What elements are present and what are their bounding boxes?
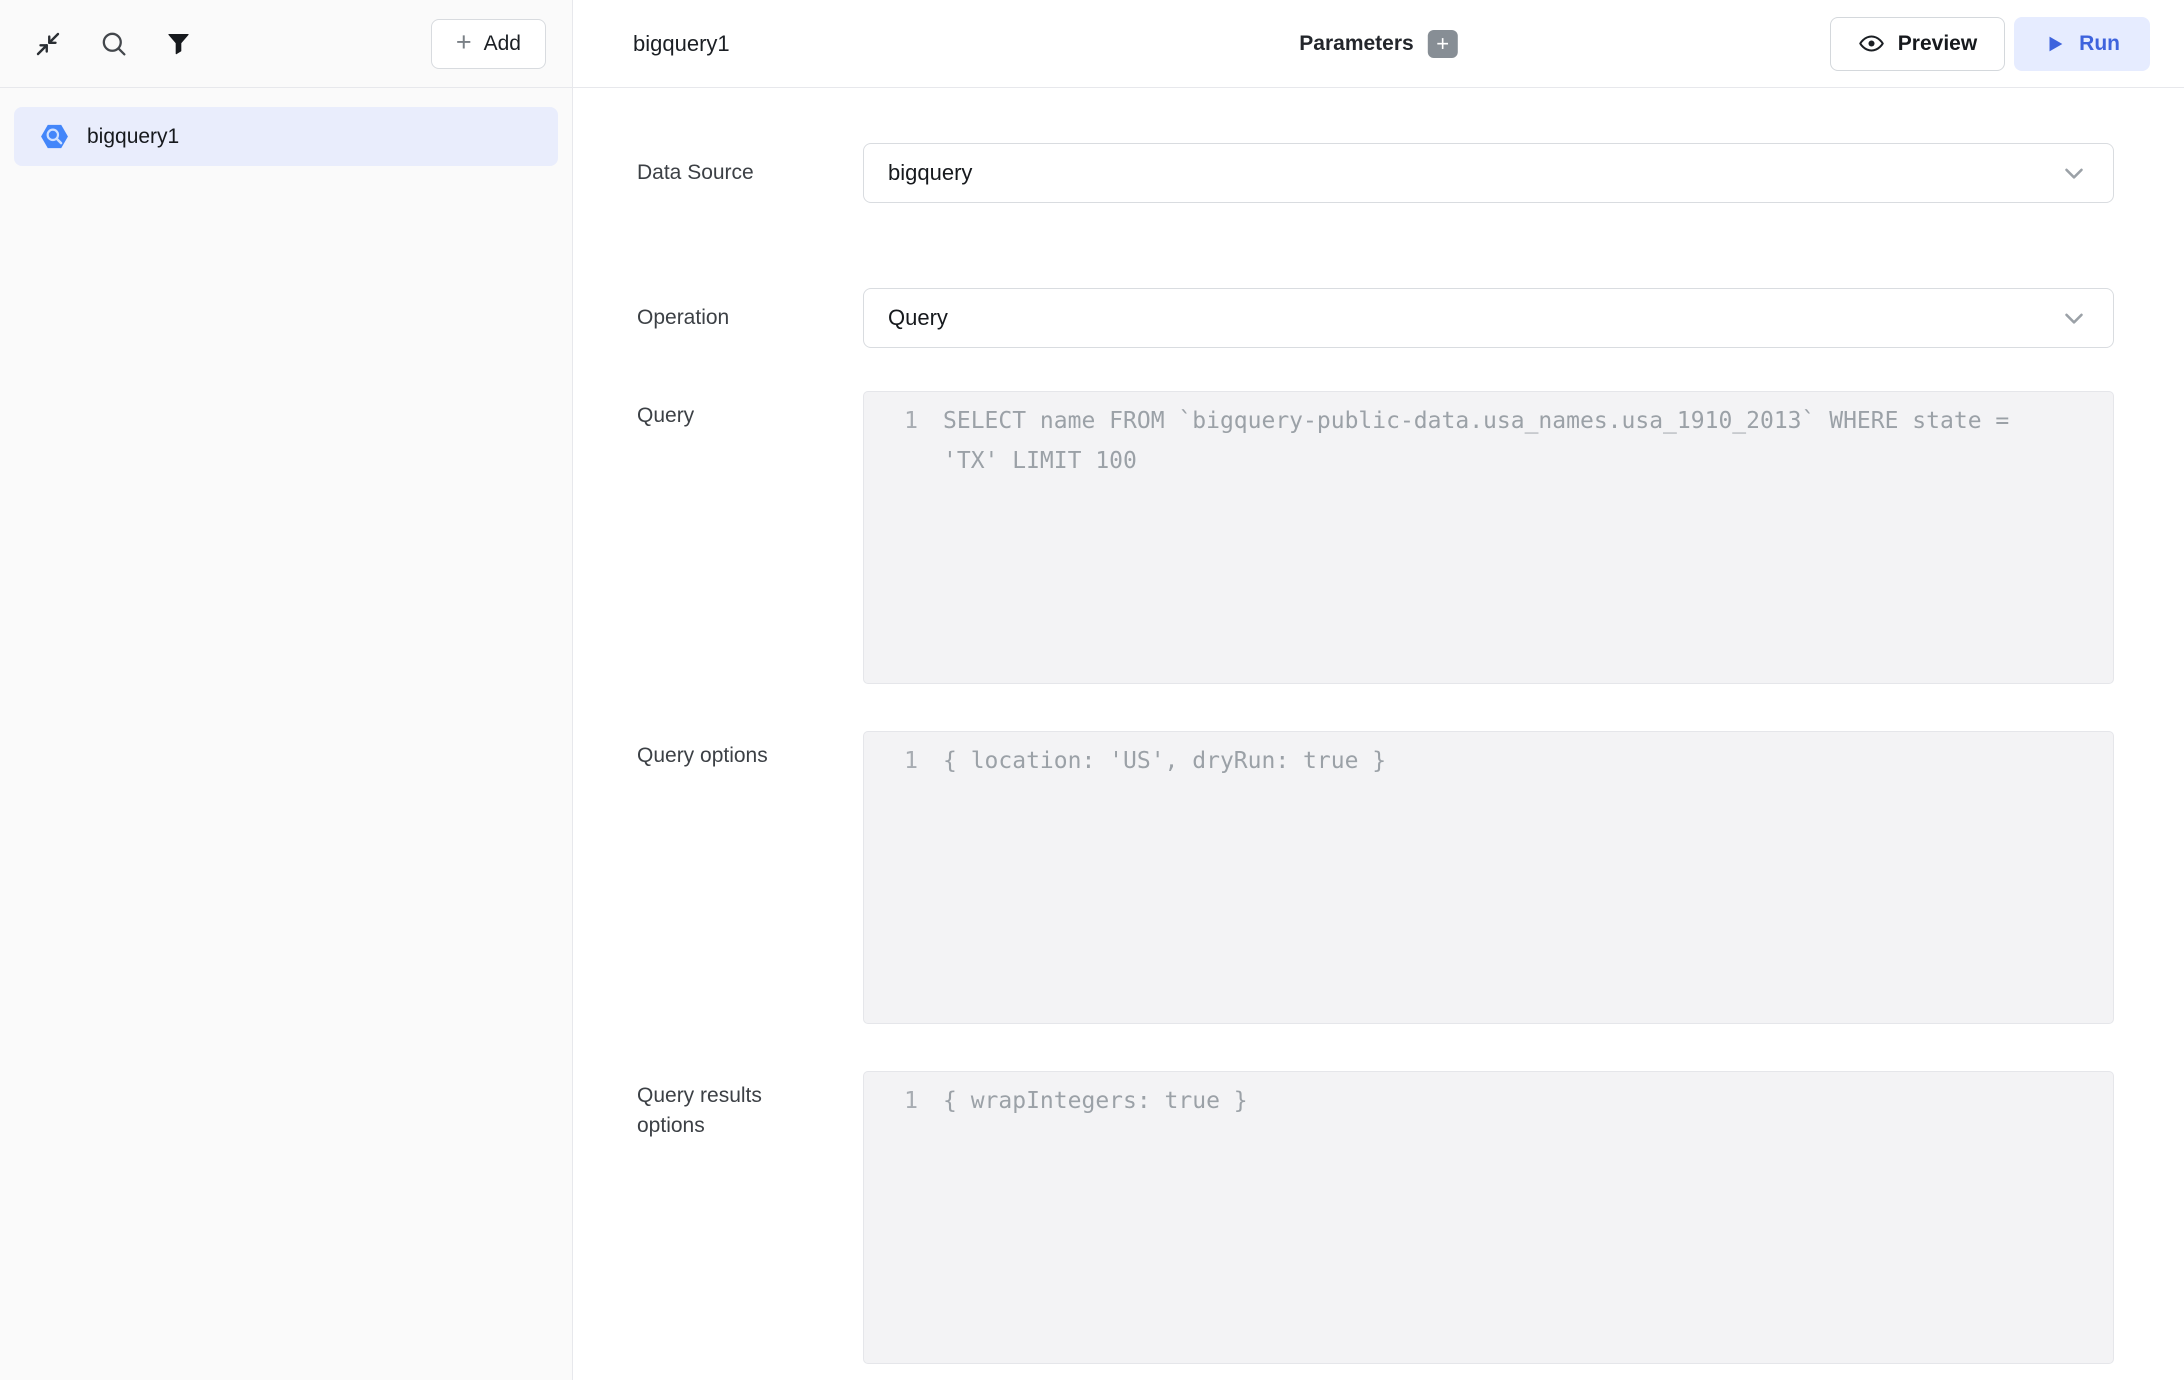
line-number: 1 — [864, 401, 918, 441]
operation-select[interactable]: Query — [863, 288, 2114, 348]
operation-row: Operation Query — [637, 288, 2114, 348]
query-editor-panel: bigquery1 Parameters + Preview — [573, 0, 2184, 1380]
collapse-icon — [33, 29, 63, 59]
play-icon — [2044, 33, 2066, 55]
parameters-section: Parameters + — [1299, 30, 1457, 58]
parameters-label: Parameters — [1299, 32, 1413, 56]
query-results-options-label: Query results options — [637, 1071, 807, 1141]
search-icon — [99, 29, 128, 58]
operation-label: Operation — [637, 303, 807, 333]
run-button[interactable]: Run — [2014, 17, 2150, 71]
query-code-editor[interactable]: 1 SELECT name FROM `bigquery-public-data… — [863, 391, 2114, 684]
query-title: bigquery1 — [633, 31, 730, 57]
operation-value: Query — [888, 305, 948, 331]
preview-label: Preview — [1898, 32, 1977, 56]
add-parameter-button[interactable]: + — [1428, 30, 1458, 58]
query-label: Query — [637, 391, 807, 431]
code-line: 1 { location: 'US', dryRun: true } — [864, 741, 2113, 781]
run-label: Run — [2079, 32, 2120, 56]
app: + Add bigquery1 bigquery1 Param — [0, 0, 2184, 1380]
search-button[interactable] — [97, 28, 129, 60]
data-source-value: bigquery — [888, 160, 972, 186]
query-list-item-bigquery1[interactable]: bigquery1 — [14, 107, 558, 166]
preview-button[interactable]: Preview — [1830, 17, 2005, 71]
query-sidebar: + Add bigquery1 — [0, 0, 573, 1380]
query-results-options-row: Query results options 1 { wrapIntegers: … — [637, 1071, 2114, 1364]
query-placeholder-text: SELECT name FROM `bigquery-public-data.u… — [943, 401, 2113, 481]
code-line: 1 { wrapIntegers: true } — [864, 1081, 2113, 1121]
plus-icon: + — [1436, 33, 1449, 55]
bigquery-icon — [39, 121, 70, 152]
data-source-select[interactable]: bigquery — [863, 143, 2114, 203]
query-list: bigquery1 — [0, 88, 572, 185]
add-query-button[interactable]: + Add — [431, 19, 546, 69]
line-number: 1 — [864, 741, 918, 781]
query-results-options-code-editor[interactable]: 1 { wrapIntegers: true } — [863, 1071, 2114, 1364]
query-row: Query 1 SELECT name FROM `bigquery-publi… — [637, 391, 2114, 684]
query-options-placeholder-text: { location: 'US', dryRun: true } — [943, 741, 2113, 781]
query-editor-header: bigquery1 Parameters + Preview — [573, 0, 2184, 88]
query-options-row: Query options 1 { location: 'US', dryRun… — [637, 731, 2114, 1024]
collapse-panel-button[interactable] — [32, 28, 64, 60]
query-form: Data Source bigquery Operation — [573, 88, 2184, 1380]
line-number: 1 — [864, 1081, 918, 1121]
data-source-row: Data Source bigquery — [637, 143, 2114, 203]
chevron-down-icon — [2059, 158, 2089, 188]
plus-icon: + — [456, 29, 472, 56]
filter-icon — [165, 30, 192, 57]
header-actions: Preview Run — [1830, 17, 2150, 71]
query-item-label: bigquery1 — [87, 125, 179, 149]
add-query-label: Add — [484, 32, 521, 56]
query-options-code-editor[interactable]: 1 { location: 'US', dryRun: true } — [863, 731, 2114, 1024]
query-options-label: Query options — [637, 731, 807, 771]
sidebar-header: + Add — [0, 0, 572, 88]
query-results-options-placeholder-text: { wrapIntegers: true } — [943, 1081, 2113, 1121]
eye-icon — [1858, 30, 1885, 57]
code-line: 1 SELECT name FROM `bigquery-public-data… — [864, 401, 2113, 481]
filter-button[interactable] — [162, 28, 194, 60]
chevron-down-icon — [2059, 303, 2089, 333]
data-source-label: Data Source — [637, 158, 807, 188]
